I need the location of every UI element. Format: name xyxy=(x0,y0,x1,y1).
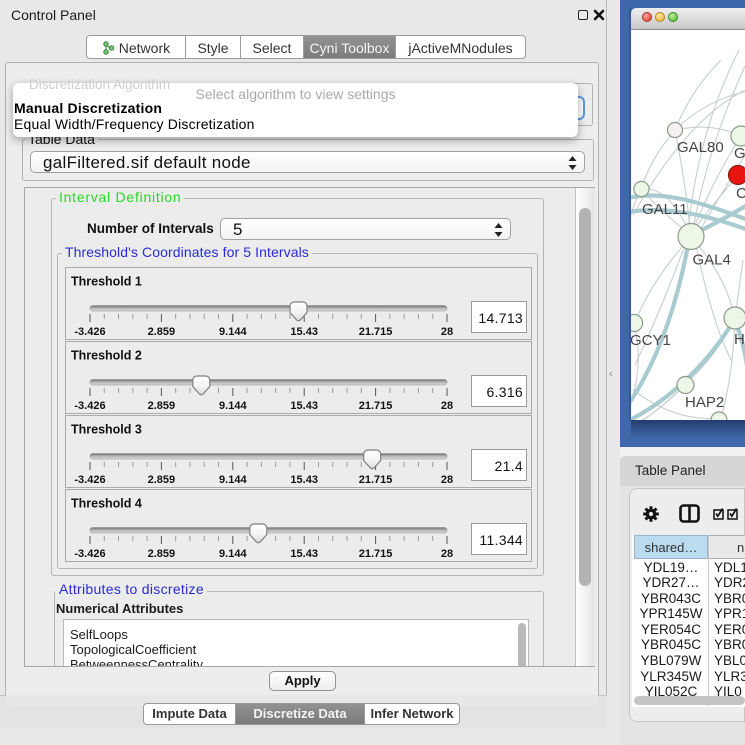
svg-text:GAL11: GAL11 xyxy=(642,201,688,218)
svg-text:-3.426: -3.426 xyxy=(74,548,105,560)
svg-text:28: 28 xyxy=(441,326,453,338)
svg-text:Threshold 3: Threshold 3 xyxy=(71,423,142,437)
svg-text:14.713: 14.713 xyxy=(478,310,523,326)
svg-text:28: 28 xyxy=(441,474,453,486)
svg-text:28: 28 xyxy=(441,548,453,560)
svg-text:28: 28 xyxy=(441,400,453,412)
svg-text:Threshold 4: Threshold 4 xyxy=(71,497,142,511)
svg-text:Threshold 1: Threshold 1 xyxy=(71,275,142,289)
svg-text:2.859: 2.859 xyxy=(148,474,176,486)
svg-text:9.144: 9.144 xyxy=(219,548,247,560)
svg-text:9.144: 9.144 xyxy=(219,400,247,412)
svg-text:Threshold 2: Threshold 2 xyxy=(71,349,142,363)
svg-text:HAP2: HAP2 xyxy=(685,394,724,411)
svg-text:15.43: 15.43 xyxy=(290,474,318,486)
svg-text:11.344: 11.344 xyxy=(479,532,523,548)
svg-text:GAL80: GAL80 xyxy=(677,139,724,156)
svg-text:C: C xyxy=(736,185,745,202)
svg-text:21.715: 21.715 xyxy=(359,326,393,338)
svg-text:6.316: 6.316 xyxy=(486,384,523,400)
svg-text:21.715: 21.715 xyxy=(359,400,393,412)
svg-text:-3.426: -3.426 xyxy=(74,474,105,486)
svg-text:15.43: 15.43 xyxy=(290,400,318,412)
svg-text:15.43: 15.43 xyxy=(290,326,318,338)
svg-text:GCY1: GCY1 xyxy=(631,332,671,349)
svg-text:2.859: 2.859 xyxy=(148,400,176,412)
svg-text:-3.426: -3.426 xyxy=(74,326,105,338)
svg-text:21.715: 21.715 xyxy=(359,548,393,560)
svg-text:2.859: 2.859 xyxy=(148,326,176,338)
svg-text:-3.426: -3.426 xyxy=(74,400,105,412)
svg-text:21.715: 21.715 xyxy=(359,474,393,486)
svg-text:H: H xyxy=(734,331,745,348)
svg-text:21.4: 21.4 xyxy=(495,458,523,474)
svg-text:GA: GA xyxy=(734,145,745,162)
svg-text:GAL4: GAL4 xyxy=(693,252,731,269)
svg-text:2.859: 2.859 xyxy=(148,548,176,560)
svg-text:9.144: 9.144 xyxy=(219,474,247,486)
svg-text:9.144: 9.144 xyxy=(219,326,247,338)
svg-text:15.43: 15.43 xyxy=(290,548,318,560)
